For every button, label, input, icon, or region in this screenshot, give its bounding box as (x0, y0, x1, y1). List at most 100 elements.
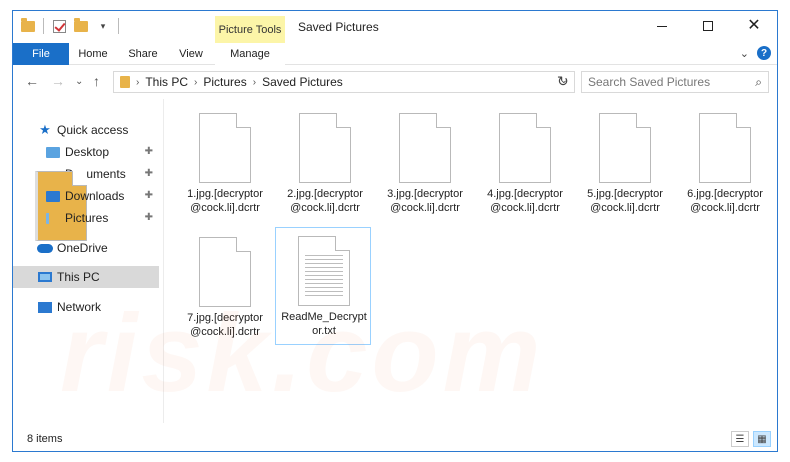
star-icon: ★ (39, 122, 51, 137)
details-view-icon[interactable]: ☰ (731, 431, 749, 447)
nav-item-label: Network (57, 300, 102, 314)
nav-item-quick-access[interactable]: ★ Quick access (13, 119, 159, 141)
search-icon: ⌕ (755, 75, 762, 89)
computer-icon (37, 270, 53, 284)
picture-tools-label: Picture Tools (215, 16, 285, 43)
file-item[interactable]: 3.jpg.[decryptor @cock.li].dcrtr (377, 105, 473, 223)
tab-view[interactable]: View (175, 43, 207, 65)
file-name: 6.jpg.[decryptor @cock.li].dcrtr (687, 188, 763, 214)
file-item[interactable]: 2.jpg.[decryptor @cock.li].dcrtr (277, 105, 373, 223)
tab-share[interactable]: Share (125, 43, 161, 65)
tab-file[interactable]: File (13, 43, 69, 65)
nav-item-desktop[interactable]: Desktop ✚ (13, 141, 159, 163)
quick-access-toolbar: ▾ (19, 17, 121, 35)
file-name: ReadMe_Decrypt or.txt (281, 311, 367, 337)
file-name: 2.jpg.[decryptor @cock.li].dcrtr (287, 188, 363, 214)
new-folder-icon[interactable] (72, 17, 90, 35)
file-item-selected[interactable]: ReadMe_Decrypt or.txt (275, 227, 371, 345)
pin-icon[interactable]: ✚ (145, 190, 153, 201)
file-name: 3.jpg.[decryptor @cock.li].dcrtr (387, 188, 463, 214)
help-icon[interactable]: ? (757, 46, 771, 60)
nav-item-onedrive[interactable]: OneDrive (13, 237, 159, 259)
tab-home[interactable]: Home (75, 43, 111, 65)
file-name: 4.jpg.[decryptor @cock.li].dcrtr (487, 188, 563, 214)
view-buttons: ☰ ▦ (731, 431, 771, 447)
navigation-bar: ← → ⌄ ↑ › This PC › Pictures › Saved Pic… (13, 66, 777, 98)
breadcrumb-saved-pictures[interactable]: Saved Pictures (262, 75, 343, 89)
status-bar: 8 items ☰ ▦ (13, 429, 777, 451)
pin-icon[interactable]: ✚ (145, 146, 153, 157)
ribbon-right-controls: ⌄ ? (740, 46, 771, 60)
large-icons-view-icon[interactable]: ▦ (753, 431, 771, 447)
nav-item-downloads[interactable]: Downloads ✚ (13, 185, 159, 207)
breadcrumb-arrow-icon[interactable]: › (136, 77, 139, 88)
item-count: 8 items (27, 433, 63, 445)
maximize-icon (703, 21, 713, 31)
nav-item-label: Quick access (57, 123, 129, 137)
location-folder-icon (120, 76, 130, 88)
file-list-area: 1.jpg.[decryptor @cock.li].dcrtr 2.jpg.[d… (165, 99, 777, 423)
pictures-folder-icon (45, 211, 61, 225)
file-name: 7.jpg.[decryptor @cock.li].dcrtr (187, 312, 263, 338)
pane-divider[interactable] (163, 99, 164, 423)
refresh-icon[interactable]: ↻ (557, 73, 569, 90)
nav-item-documents[interactable]: Documents ✚ (13, 163, 159, 241)
maximize-button[interactable] (685, 11, 731, 41)
properties-check-icon[interactable] (50, 17, 68, 35)
file-item[interactable]: 4.jpg.[decryptor @cock.li].dcrtr (477, 105, 573, 223)
address-bar[interactable]: › This PC › Pictures › Saved Pictures ⌄ (113, 71, 575, 93)
blank-file-icon (599, 113, 651, 183)
qat-separator-2 (118, 18, 119, 34)
breadcrumb-arrow-icon[interactable]: › (253, 77, 256, 88)
navigation-pane: ★ Quick access Desktop ✚ Documents ✚ Dow… (13, 99, 163, 423)
expand-ribbon-chevron-icon[interactable]: ⌄ (740, 47, 749, 60)
nav-item-label: Desktop (65, 145, 110, 159)
recent-locations-chevron-icon[interactable]: ⌄ (75, 76, 83, 87)
blank-file-icon (499, 113, 551, 183)
nav-item-label: OneDrive (57, 241, 108, 255)
minimize-button[interactable] (639, 11, 685, 41)
window-title: Saved Pictures (298, 20, 379, 34)
search-box[interactable]: ⌕ (581, 71, 769, 93)
file-item[interactable]: 6.jpg.[decryptor @cock.li].dcrtr (677, 105, 773, 223)
window-controls: ✕ (639, 11, 777, 41)
nav-item-label: Pictures (65, 211, 109, 225)
customize-qat-chevron-icon[interactable]: ▾ (94, 17, 112, 35)
nav-item-network[interactable]: Network (13, 296, 159, 318)
search-input[interactable] (588, 75, 748, 89)
network-icon (37, 300, 53, 314)
nav-item-this-pc[interactable]: This PC (13, 266, 159, 288)
close-icon: ✕ (747, 17, 761, 34)
blank-file-icon (199, 237, 251, 307)
file-name: 5.jpg.[decryptor @cock.li].dcrtr (587, 188, 663, 214)
breadcrumb-this-pc[interactable]: This PC (145, 75, 188, 89)
forward-arrow-icon[interactable]: → (51, 73, 65, 89)
tab-manage[interactable]: Manage (215, 43, 285, 65)
file-item[interactable]: 5.jpg.[decryptor @cock.li].dcrtr (577, 105, 673, 223)
breadcrumb-arrow-icon[interactable]: › (194, 77, 197, 88)
minimize-icon (657, 25, 667, 27)
breadcrumb: › This PC › Pictures › Saved Pictures (120, 75, 343, 89)
ribbon-tabs: File Home Share View Manage ⌄ ? (13, 43, 777, 65)
close-button[interactable]: ✕ (731, 11, 777, 41)
blank-file-icon (699, 113, 751, 183)
pin-icon[interactable]: ✚ (145, 212, 153, 223)
downloads-folder-icon (45, 189, 61, 203)
file-item[interactable]: 7.jpg.[decryptor @cock.li].dcrtr (177, 229, 273, 347)
desktop-folder-icon (45, 145, 61, 159)
back-arrow-icon[interactable]: ← (25, 73, 39, 89)
blank-file-icon (399, 113, 451, 183)
up-arrow-icon[interactable]: ↑ (93, 73, 100, 89)
text-lines (305, 255, 343, 299)
nav-item-label: Downloads (65, 189, 125, 203)
text-file-icon (298, 236, 350, 306)
folder-icon[interactable] (19, 17, 37, 35)
qat-separator (43, 18, 44, 34)
explorer-window: ▾ Picture Tools Saved Pictures ✕ File Ho… (12, 10, 778, 452)
blank-file-icon (299, 113, 351, 183)
pin-icon[interactable]: ✚ (145, 168, 153, 179)
breadcrumb-pictures[interactable]: Pictures (203, 75, 246, 89)
file-item[interactable]: 1.jpg.[decryptor @cock.li].dcrtr (177, 105, 273, 223)
nav-item-pictures[interactable]: Pictures ✚ (13, 207, 159, 229)
blank-file-icon (199, 113, 251, 183)
